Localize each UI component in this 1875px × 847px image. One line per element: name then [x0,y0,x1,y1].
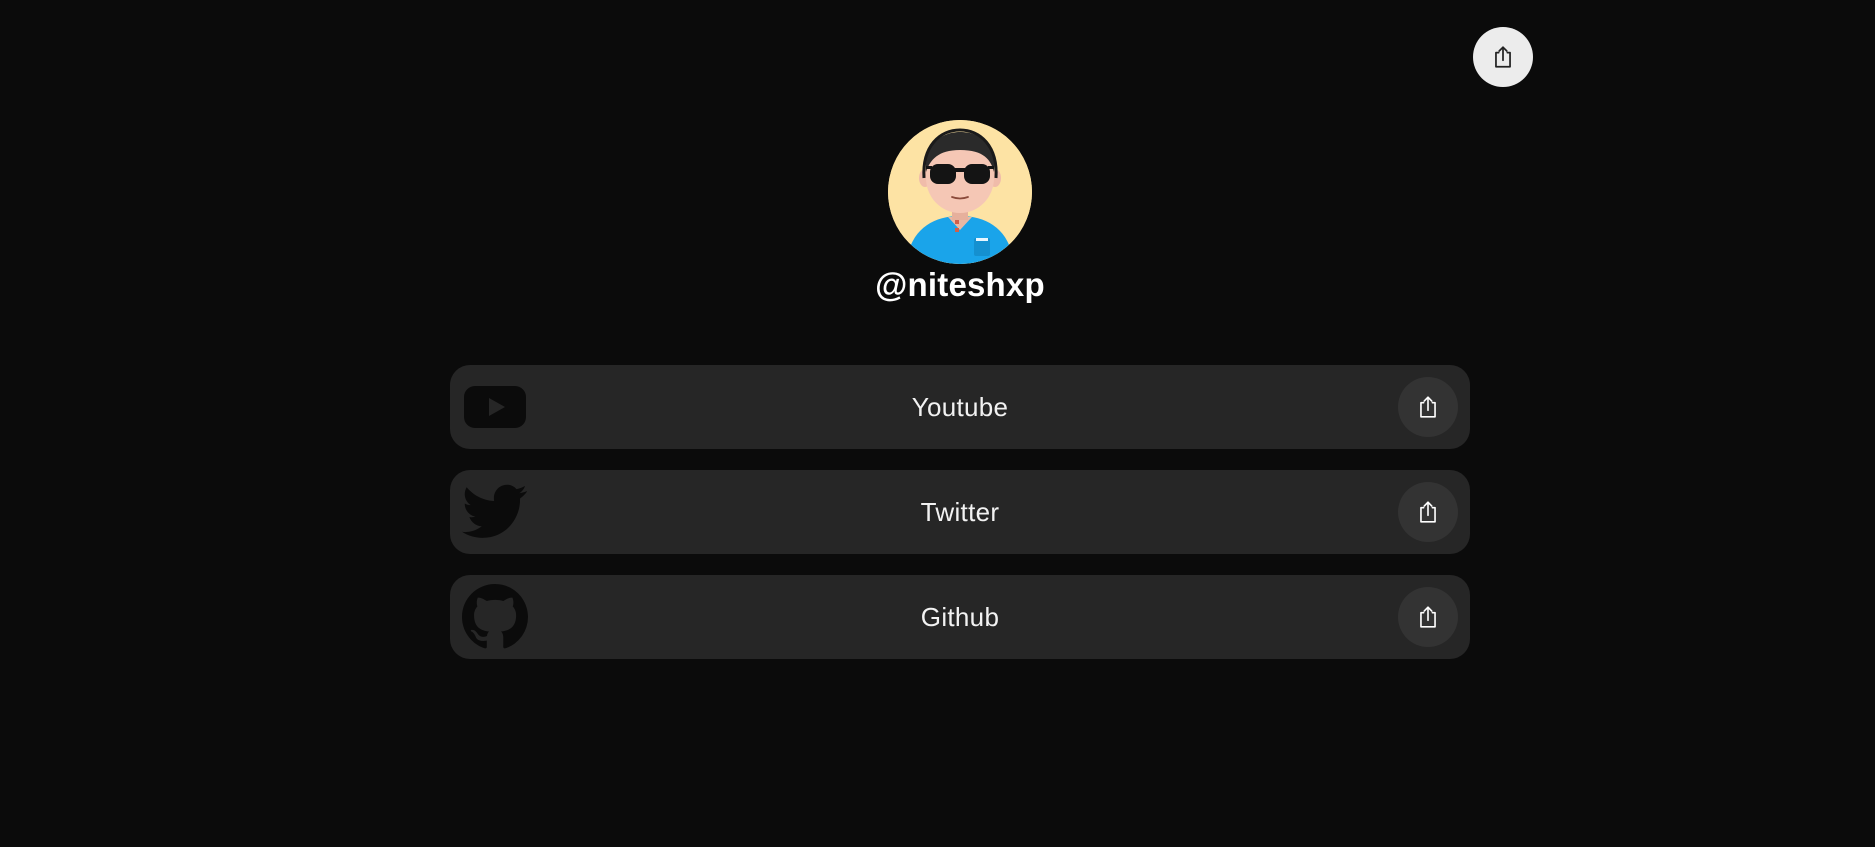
link-label: Github [920,601,1000,632]
link-github[interactable]: Github [450,575,1470,659]
twitter-icon [462,479,528,545]
link-share-button[interactable] [1398,587,1458,647]
share-icon [1495,46,1511,68]
link-label: Twitter [920,496,1000,527]
page-share-button[interactable] [1473,27,1533,87]
link-list: Youtube Twitter Github [450,365,1470,680]
github-icon [462,584,528,650]
link-share-button[interactable] [1398,377,1458,437]
share-icon [1420,606,1436,628]
link-twitter[interactable]: Twitter [450,470,1470,554]
link-share-button[interactable] [1398,482,1458,542]
share-icon [1420,501,1436,523]
avatar [888,120,1032,264]
youtube-icon [462,374,528,440]
profile-handle: @niteshxp [875,266,1045,303]
avatar-3d-boy-sunglasses-icon [888,120,1032,264]
link-label: Youtube [911,391,1009,422]
link-youtube[interactable]: Youtube [450,365,1470,449]
share-icon [1420,396,1436,418]
